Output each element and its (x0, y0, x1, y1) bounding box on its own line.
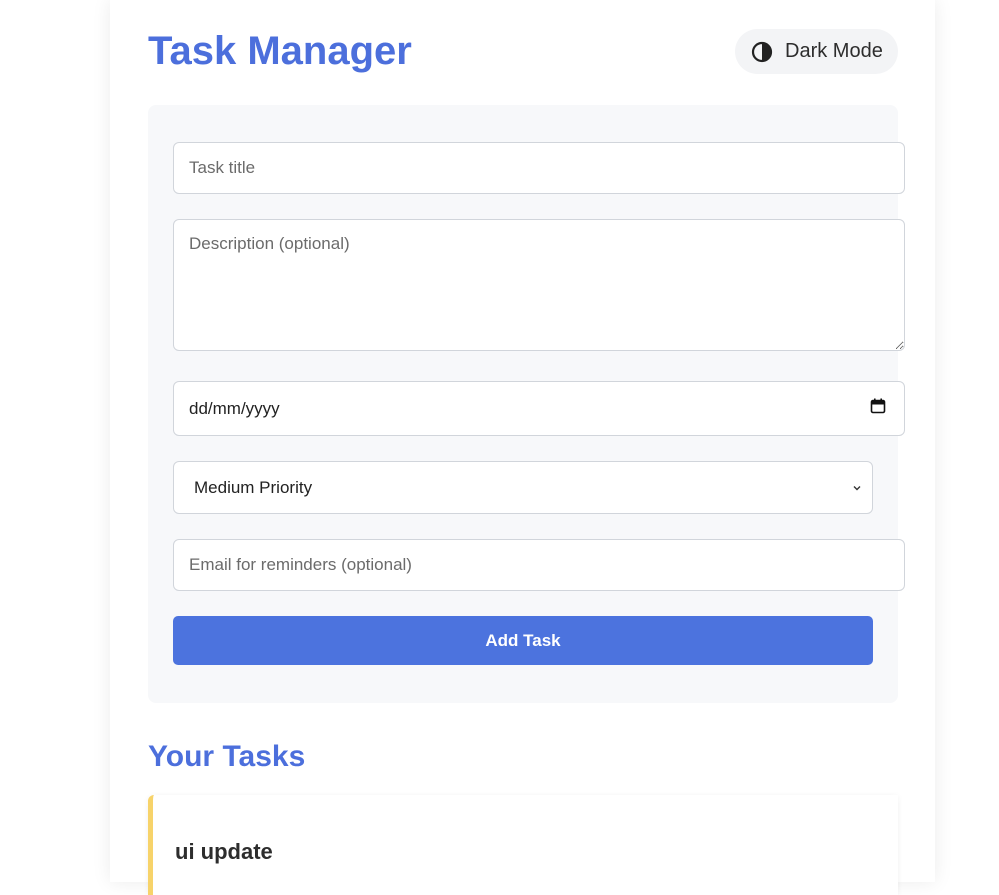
description-input[interactable] (173, 219, 905, 351)
contrast-icon (751, 41, 773, 63)
chevron-down-icon (852, 478, 862, 498)
calendar-icon[interactable] (870, 398, 886, 419)
priority-selected-value: Medium Priority (194, 477, 313, 497)
task-item: ui update (148, 795, 898, 895)
tasks-section-title: Your Tasks (148, 740, 306, 773)
email-input[interactable] (173, 539, 905, 591)
priority-select[interactable]: Medium Priority (173, 461, 873, 514)
date-placeholder: dd/mm/yyyy (189, 398, 280, 418)
task-title-input[interactable] (173, 142, 905, 194)
task-item-title: ui update (175, 839, 273, 864)
page-title: Task Manager (148, 29, 412, 73)
dark-mode-toggle[interactable]: Dark Mode (735, 29, 898, 74)
dark-mode-label: Dark Mode (785, 40, 883, 62)
due-date-input[interactable]: dd/mm/yyyy (173, 381, 905, 436)
add-task-button[interactable]: Add Task (173, 616, 873, 665)
